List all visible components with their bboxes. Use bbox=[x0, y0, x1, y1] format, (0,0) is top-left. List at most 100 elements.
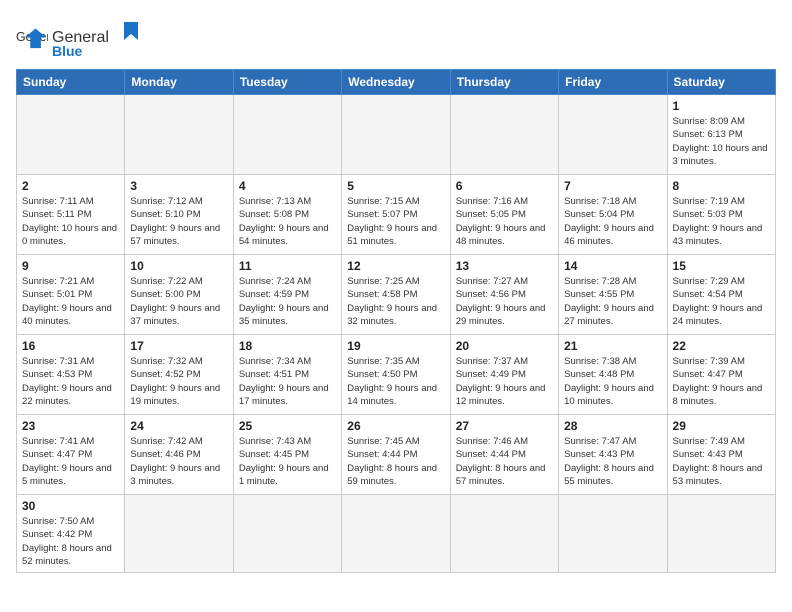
day-number: 2 bbox=[22, 179, 119, 193]
day-info: Sunrise: 7:43 AM Sunset: 4:45 PM Dayligh… bbox=[239, 435, 336, 488]
day-number: 25 bbox=[239, 419, 336, 433]
calendar-cell: 8 Sunrise: 7:19 AM Sunset: 5:03 PM Daylig… bbox=[667, 175, 775, 255]
day-number: 5 bbox=[347, 179, 444, 193]
calendar-cell: 3 Sunrise: 7:12 AM Sunset: 5:10 PM Daylig… bbox=[125, 175, 233, 255]
day-info: Sunrise: 7:47 AM Sunset: 4:43 PM Dayligh… bbox=[564, 435, 661, 488]
weekday-header-row: SundayMondayTuesdayWednesdayThursdayFrid… bbox=[17, 70, 776, 95]
calendar-cell: 9 Sunrise: 7:21 AM Sunset: 5:01 PM Daylig… bbox=[17, 255, 125, 335]
day-number: 19 bbox=[347, 339, 444, 353]
calendar-cell: 13Sunrise: 7:27 AM Sunset: 4:56 PM Dayli… bbox=[450, 255, 558, 335]
weekday-header-saturday: Saturday bbox=[667, 70, 775, 95]
weekday-header-monday: Monday bbox=[125, 70, 233, 95]
day-info: Sunrise: 7:13 AM Sunset: 5:08 PM Dayligh… bbox=[239, 195, 336, 248]
day-info: Sunrise: 7:38 AM Sunset: 4:48 PM Dayligh… bbox=[564, 355, 661, 408]
day-number: 14 bbox=[564, 259, 661, 273]
day-info: Sunrise: 7:34 AM Sunset: 4:51 PM Dayligh… bbox=[239, 355, 336, 408]
calendar-cell: 18Sunrise: 7:34 AM Sunset: 4:51 PM Dayli… bbox=[233, 335, 341, 415]
calendar-cell bbox=[233, 95, 341, 175]
day-number: 22 bbox=[673, 339, 770, 353]
day-info: Sunrise: 7:11 AM Sunset: 5:11 PM Dayligh… bbox=[22, 195, 119, 248]
day-number: 26 bbox=[347, 419, 444, 433]
day-info: Sunrise: 7:22 AM Sunset: 5:00 PM Dayligh… bbox=[130, 275, 227, 328]
day-info: Sunrise: 7:18 AM Sunset: 5:04 PM Dayligh… bbox=[564, 195, 661, 248]
day-info: Sunrise: 7:29 AM Sunset: 4:54 PM Dayligh… bbox=[673, 275, 770, 328]
day-info: Sunrise: 7:28 AM Sunset: 4:55 PM Dayligh… bbox=[564, 275, 661, 328]
day-number: 20 bbox=[456, 339, 553, 353]
day-info: Sunrise: 7:25 AM Sunset: 4:58 PM Dayligh… bbox=[347, 275, 444, 328]
calendar-cell: 15 Sunrise: 7:29 AM Sunset: 4:54 PM Dayli… bbox=[667, 255, 775, 335]
day-number: 6 bbox=[456, 179, 553, 193]
day-number: 3 bbox=[130, 179, 227, 193]
day-info: Sunrise: 7:21 AM Sunset: 5:01 PM Dayligh… bbox=[22, 275, 119, 328]
weekday-header-wednesday: Wednesday bbox=[342, 70, 450, 95]
day-info: Sunrise: 7:39 AM Sunset: 4:47 PM Dayligh… bbox=[673, 355, 770, 408]
calendar-cell bbox=[559, 95, 667, 175]
calendar-cell: 2 Sunrise: 7:11 AM Sunset: 5:11 PM Daylig… bbox=[17, 175, 125, 255]
day-number: 1 bbox=[673, 99, 770, 113]
day-info: Sunrise: 7:19 AM Sunset: 5:03 PM Dayligh… bbox=[673, 195, 770, 248]
calendar-cell bbox=[342, 95, 450, 175]
day-number: 29 bbox=[673, 419, 770, 433]
day-info: Sunrise: 7:37 AM Sunset: 4:49 PM Dayligh… bbox=[456, 355, 553, 408]
calendar-cell: 7 Sunrise: 7:18 AM Sunset: 5:04 PM Daylig… bbox=[559, 175, 667, 255]
calendar-cell bbox=[559, 495, 667, 573]
day-info: Sunrise: 7:32 AM Sunset: 4:52 PM Dayligh… bbox=[130, 355, 227, 408]
calendar-cell bbox=[342, 495, 450, 573]
day-number: 30 bbox=[22, 499, 119, 513]
day-number: 4 bbox=[239, 179, 336, 193]
day-number: 8 bbox=[673, 179, 770, 193]
day-info: Sunrise: 7:45 AM Sunset: 4:44 PM Dayligh… bbox=[347, 435, 444, 488]
day-info: Sunrise: 7:50 AM Sunset: 4:42 PM Dayligh… bbox=[22, 515, 119, 568]
day-number: 7 bbox=[564, 179, 661, 193]
day-info: Sunrise: 7:41 AM Sunset: 4:47 PM Dayligh… bbox=[22, 435, 119, 488]
weekday-header-tuesday: Tuesday bbox=[233, 70, 341, 95]
calendar-table: SundayMondayTuesdayWednesdayThursdayFrid… bbox=[16, 69, 776, 573]
calendar-cell: 30 Sunrise: 7:50 AM Sunset: 4:42 PM Dayli… bbox=[17, 495, 125, 573]
calendar-cell: 11 Sunrise: 7:24 AM Sunset: 4:59 PM Dayli… bbox=[233, 255, 341, 335]
calendar-cell: 23 Sunrise: 7:41 AM Sunset: 4:47 PM Dayli… bbox=[17, 415, 125, 495]
day-info: Sunrise: 7:16 AM Sunset: 5:05 PM Dayligh… bbox=[456, 195, 553, 248]
weekday-header-thursday: Thursday bbox=[450, 70, 558, 95]
logo: General General Blue bbox=[16, 20, 142, 61]
day-info: Sunrise: 7:15 AM Sunset: 5:07 PM Dayligh… bbox=[347, 195, 444, 248]
calendar-cell bbox=[125, 95, 233, 175]
day-info: Sunrise: 7:24 AM Sunset: 4:59 PM Dayligh… bbox=[239, 275, 336, 328]
calendar-cell: 25 Sunrise: 7:43 AM Sunset: 4:45 PM Dayli… bbox=[233, 415, 341, 495]
calendar-cell: 20 Sunrise: 7:37 AM Sunset: 4:49 PM Dayli… bbox=[450, 335, 558, 415]
day-number: 23 bbox=[22, 419, 119, 433]
day-info: Sunrise: 8:09 AM Sunset: 6:13 PM Dayligh… bbox=[673, 115, 770, 168]
day-number: 11 bbox=[239, 259, 336, 273]
calendar-week-row: 30 Sunrise: 7:50 AM Sunset: 4:42 PM Dayli… bbox=[17, 495, 776, 573]
weekday-header-sunday: Sunday bbox=[17, 70, 125, 95]
calendar-week-row: 9 Sunrise: 7:21 AM Sunset: 5:01 PM Daylig… bbox=[17, 255, 776, 335]
calendar-cell: 16Sunrise: 7:31 AM Sunset: 4:53 PM Dayli… bbox=[17, 335, 125, 415]
calendar-cell bbox=[450, 495, 558, 573]
day-number: 13 bbox=[456, 259, 553, 273]
weekday-header-friday: Friday bbox=[559, 70, 667, 95]
calendar-cell: 12 Sunrise: 7:25 AM Sunset: 4:58 PM Dayli… bbox=[342, 255, 450, 335]
day-info: Sunrise: 7:46 AM Sunset: 4:44 PM Dayligh… bbox=[456, 435, 553, 488]
day-info: Sunrise: 7:12 AM Sunset: 5:10 PM Dayligh… bbox=[130, 195, 227, 248]
calendar-cell: 6 Sunrise: 7:16 AM Sunset: 5:05 PM Daylig… bbox=[450, 175, 558, 255]
calendar-cell bbox=[233, 495, 341, 573]
calendar-cell: 29Sunrise: 7:49 AM Sunset: 4:43 PM Dayli… bbox=[667, 415, 775, 495]
calendar-week-row: 1 Sunrise: 8:09 AM Sunset: 6:13 PM Daylig… bbox=[17, 95, 776, 175]
logo-wordmark: General Blue bbox=[52, 20, 142, 61]
calendar-cell: 21 Sunrise: 7:38 AM Sunset: 4:48 PM Dayli… bbox=[559, 335, 667, 415]
calendar-cell: 1 Sunrise: 8:09 AM Sunset: 6:13 PM Daylig… bbox=[667, 95, 775, 175]
calendar-week-row: 23 Sunrise: 7:41 AM Sunset: 4:47 PM Dayli… bbox=[17, 415, 776, 495]
day-number: 17 bbox=[130, 339, 227, 353]
day-number: 21 bbox=[564, 339, 661, 353]
day-number: 9 bbox=[22, 259, 119, 273]
day-number: 10 bbox=[130, 259, 227, 273]
day-number: 12 bbox=[347, 259, 444, 273]
day-number: 15 bbox=[673, 259, 770, 273]
svg-text:Blue: Blue bbox=[52, 43, 83, 56]
calendar-cell: 28Sunrise: 7:47 AM Sunset: 4:43 PM Dayli… bbox=[559, 415, 667, 495]
day-info: Sunrise: 7:35 AM Sunset: 4:50 PM Dayligh… bbox=[347, 355, 444, 408]
calendar-cell: 24Sunrise: 7:42 AM Sunset: 4:46 PM Dayli… bbox=[125, 415, 233, 495]
calendar-week-row: 16Sunrise: 7:31 AM Sunset: 4:53 PM Dayli… bbox=[17, 335, 776, 415]
calendar-cell bbox=[667, 495, 775, 573]
page-header: General General Blue bbox=[16, 16, 776, 61]
day-number: 16 bbox=[22, 339, 119, 353]
